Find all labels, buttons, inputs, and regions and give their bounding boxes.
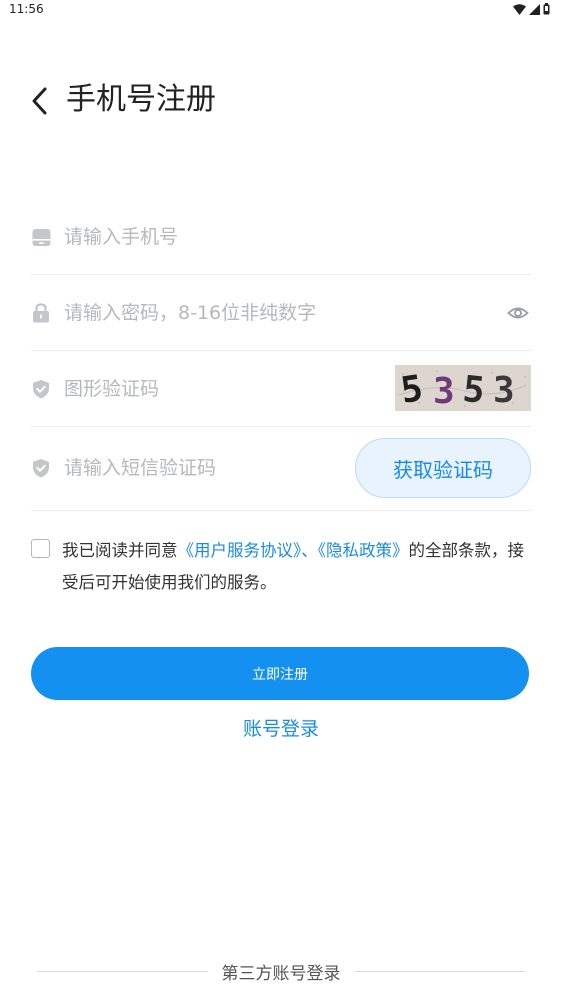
agreement-checkbox[interactable] (31, 539, 50, 558)
agreement-prefix: 我已阅读并同意 (62, 541, 178, 560)
phone-field (31, 200, 531, 275)
back-button[interactable] (24, 84, 54, 118)
third-party-login: 第三方账号登录 (37, 958, 525, 984)
chevron-left-icon (32, 87, 47, 115)
password-input[interactable] (64, 276, 394, 350)
register-button[interactable]: 立即注册 (31, 647, 529, 700)
phone-icon (31, 227, 51, 247)
agreement-text: 我已阅读并同意《用户服务协议》、《隐私政策》的全部条款，接受后可开始使用我们的服… (62, 535, 532, 599)
get-sms-code-button[interactable]: 获取验证码 (355, 438, 531, 498)
status-bar: 11:56 (0, 0, 562, 20)
divider-line-left (37, 970, 208, 972)
shield-check-icon (31, 458, 51, 478)
signal-icon (529, 3, 540, 15)
wifi-icon (513, 3, 526, 15)
sms-code-field: 获取验证码 (31, 428, 531, 511)
lock-icon (31, 303, 51, 323)
svg-text:3: 3 (433, 371, 455, 411)
shield-check-icon (31, 379, 51, 399)
password-field (31, 276, 531, 351)
captcha-field: 5 3 5 3 (31, 352, 531, 427)
svg-text:3: 3 (493, 370, 515, 411)
svg-text:5: 5 (461, 369, 487, 411)
status-icons (513, 3, 550, 15)
divider-line-right (354, 970, 525, 972)
eye-icon[interactable] (507, 302, 529, 324)
agreement-separator: 、 (301, 541, 318, 560)
phone-input[interactable] (64, 200, 394, 274)
account-login-link[interactable]: 账号登录 (0, 714, 562, 744)
third-party-login-label: 第三方账号登录 (221, 963, 341, 984)
captcha-input[interactable] (64, 352, 394, 426)
captcha-image[interactable]: 5 3 5 3 (395, 365, 531, 412)
header: 手机号注册 (0, 78, 562, 124)
user-agreement-link[interactable]: 《用户服务协议》 (178, 541, 302, 560)
privacy-policy-link[interactable]: 《隐私政策》 (318, 541, 409, 560)
sms-code-input[interactable] (64, 428, 394, 508)
battery-icon (543, 3, 550, 15)
page-title: 手机号注册 (66, 82, 216, 117)
status-time: 11:56 (9, 2, 44, 16)
